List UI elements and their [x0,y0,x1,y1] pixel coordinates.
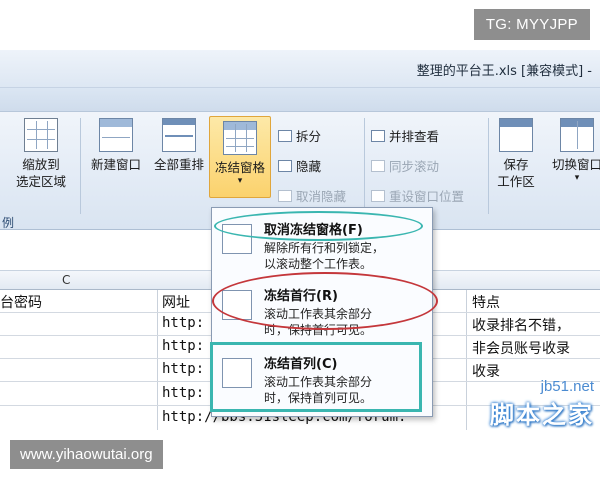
sync-scroll-label: 同步滚动 [389,159,440,174]
hide-icon [278,159,292,172]
freeze-panes-label: 冻结窗格 [214,160,265,175]
highlight-ellipse-teal [214,211,423,241]
chevron-down-icon: ▾ [237,176,243,186]
watermark-bottom-left: www.yihaowutai.org [10,440,163,469]
watermark-top: TG: MYYJPP [473,9,590,40]
new-window-label: 新建窗口 [90,157,141,172]
switch-window-button[interactable]: 切换窗口 ▾ [544,118,600,183]
reset-position-button[interactable]: 重设窗口位置 [371,186,464,205]
new-window-icon [99,118,133,152]
side-by-side-icon [371,129,385,142]
zoom-to-selection-label: 缩放到 选定区域 [15,157,66,189]
grid-line [466,290,467,430]
sync-scroll-icon [371,159,385,172]
save-workspace-button[interactable]: 保存 工作区 [492,118,540,190]
table-cell-feature[interactable]: 收录排名不错， [472,315,570,335]
table-cell-url[interactable]: http: [162,315,204,331]
table-cell-url[interactable]: http: [162,338,204,354]
group-separator [80,118,81,214]
save-workspace-icon [499,118,533,152]
reset-position-label: 重设窗口位置 [389,189,465,204]
unhide-icon [278,189,292,202]
window-title: 整理的平台王.xls [兼容模式] - [416,64,592,79]
header-cell-feature[interactable]: 特点 [472,292,500,312]
ribbon-tab-strip [0,88,600,112]
freeze-panes-button[interactable]: 冻结窗格 ▾ [209,116,271,198]
switch-window-label: 切换窗口 [551,157,600,172]
side-by-side-label: 并排查看 [389,129,440,144]
split-icon [278,129,292,142]
split-label: 拆分 [296,129,322,144]
watermark-name: 脚本之家 [490,401,594,429]
table-cell-url[interactable]: http: [162,385,204,401]
highlight-ellipse-red [212,272,438,330]
split-button[interactable]: 拆分 [278,126,321,145]
arrange-all-icon [162,118,196,152]
menu-item-desc: 解除所有行和列锁定， 以滚动整个工作表。 [264,241,385,271]
watermark-site: jb51.net [540,378,594,395]
hide-label: 隐藏 [296,159,322,174]
arrange-all-button[interactable]: 全部重排 [150,118,208,173]
header-cell-password[interactable]: 台密码 [0,292,42,312]
highlight-box-teal [210,342,422,412]
table-cell-url[interactable]: http: [162,361,204,377]
title-bar: 整理的平台王.xls [兼容模式] - [0,50,600,88]
unhide-label: 取消隐藏 [296,189,347,204]
hide-button[interactable]: 隐藏 [278,156,321,175]
freeze-panes-icon [223,121,257,155]
side-by-side-button[interactable]: 并排查看 [371,126,439,145]
grid-line [157,290,158,430]
group-separator [488,118,489,214]
chevron-down-icon: ▾ [574,173,580,183]
group-label-partial: 例 [2,216,15,230]
zoom-selection-icon [24,118,58,152]
new-window-button[interactable]: 新建窗口 [86,118,146,173]
sync-scroll-button[interactable]: 同步滚动 [371,156,439,175]
save-workspace-label: 保存 工作区 [497,157,535,189]
screenshot-frame: TG: MYYJPP 整理的平台王.xls [兼容模式] - 缩放到 选定区域 … [0,0,600,480]
zoom-to-selection-button[interactable]: 缩放到 选定区域 [6,118,76,190]
reset-position-icon [371,189,385,202]
header-cell-url[interactable]: 网址 [162,292,190,312]
table-cell-feature[interactable]: 非会员账号收录 [472,338,570,358]
watermark-bottom-right: jb51.net 脚本之家 [490,378,594,430]
switch-window-icon [560,118,594,152]
arrange-all-label: 全部重排 [153,157,204,172]
column-header-c[interactable]: C [62,273,70,287]
unhide-button[interactable]: 取消隐藏 [278,186,346,205]
group-separator [364,118,365,214]
